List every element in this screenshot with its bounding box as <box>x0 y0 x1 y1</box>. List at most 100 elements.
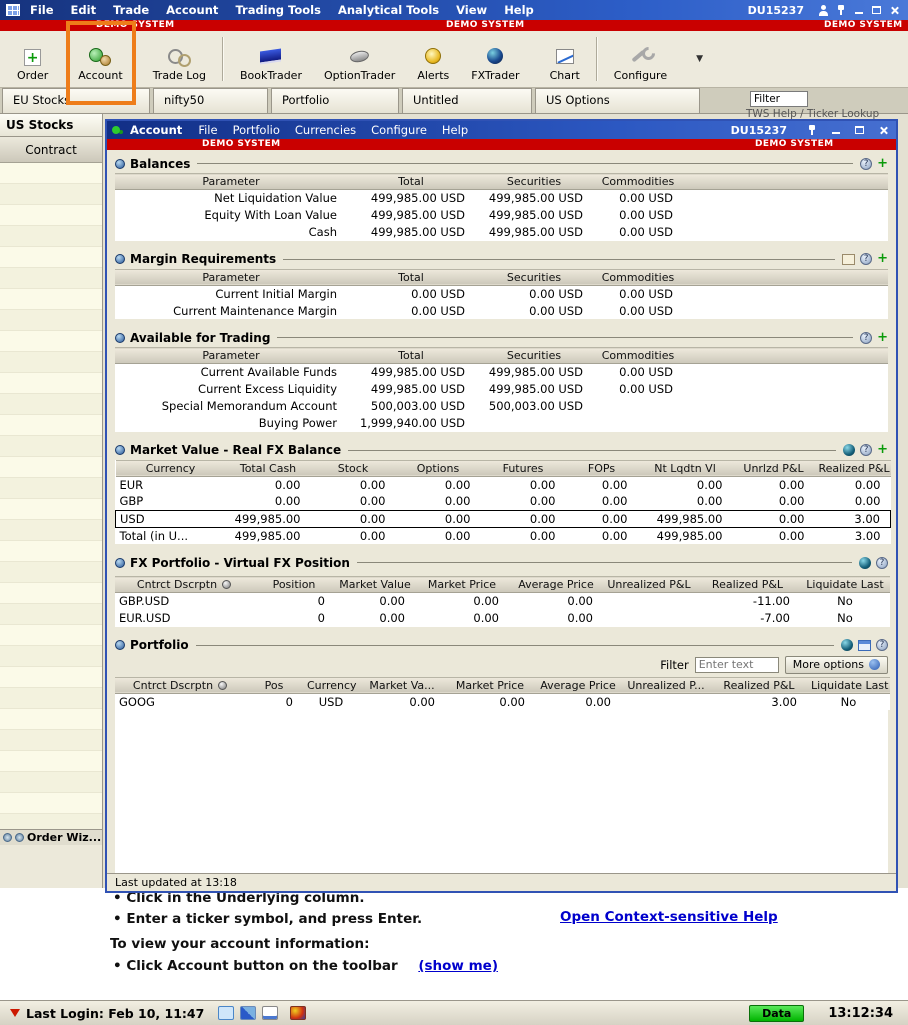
column-header[interactable]: Market Price <box>415 576 509 593</box>
close-icon[interactable] <box>887 3 902 17</box>
table-cell[interactable]: 500,003.00 USD <box>475 398 593 415</box>
add-icon[interactable] <box>877 444 888 456</box>
chart-button[interactable]: Chart <box>543 34 587 84</box>
add-icon[interactable] <box>877 158 888 170</box>
order-button[interactable]: Order <box>10 34 55 84</box>
expand-icon[interactable] <box>15 833 24 842</box>
tab-untitled[interactable]: Untitled <box>402 88 532 113</box>
table-cell[interactable]: 0.00 USD <box>593 302 683 319</box>
table-cell[interactable]: 0.00 <box>359 693 445 710</box>
menu-trading-tools[interactable]: Trading Tools <box>235 3 321 17</box>
column-header[interactable]: Commodities <box>593 173 683 190</box>
table-cell[interactable]: GBP <box>116 493 226 510</box>
aw-minimize-icon[interactable] <box>828 123 843 137</box>
table-cell[interactable]: 0.00 <box>335 593 415 610</box>
table-cell[interactable]: 499,985.00 USD <box>475 381 593 398</box>
table-cell[interactable]: EUR.USD <box>115 610 253 627</box>
aw-pin-icon[interactable] <box>804 123 819 137</box>
column-header[interactable]: Position <box>253 576 335 593</box>
table-cell[interactable]: 0.00 <box>535 693 621 710</box>
aw-menu-configure[interactable]: Configure <box>371 123 427 137</box>
column-header[interactable]: Market Va... <box>359 676 445 694</box>
help-icon[interactable] <box>860 253 873 265</box>
table-cell[interactable]: 499,985.00 USD <box>347 224 475 241</box>
table-cell[interactable]: 499,985.00 USD <box>475 224 593 241</box>
table-cell[interactable]: 0.00 <box>565 509 638 528</box>
table-cell[interactable]: 0.00 <box>815 493 891 510</box>
table-cell[interactable]: 0.00 <box>311 493 396 510</box>
toolbar-overflow-icon[interactable] <box>696 54 703 64</box>
table-cell[interactable]: 0.00 <box>395 509 481 528</box>
table-cell[interactable]: 0 <box>253 610 335 627</box>
column-header[interactable]: Nt Lqdtn Vl <box>637 459 733 477</box>
tab-us-options[interactable]: US Options <box>535 88 700 113</box>
column-header[interactable]: Total Cash <box>225 459 311 477</box>
fxtrader-button[interactable]: FXTrader <box>464 34 526 84</box>
column-header[interactable]: Pos <box>245 676 303 694</box>
table-cell[interactable]: 0.00 USD <box>347 302 475 319</box>
table-cell[interactable]: -11.00 <box>695 593 800 610</box>
table-cell[interactable]: 499,985.00 USD <box>347 364 475 381</box>
collapse-icon[interactable] <box>115 332 125 343</box>
optiontrader-button[interactable]: OptionTrader <box>317 34 402 84</box>
collapse-icon[interactable] <box>3 833 12 842</box>
table-cell[interactable]: 0.00 USD <box>475 302 593 319</box>
column-header[interactable]: Average Price <box>509 576 603 593</box>
globe-icon[interactable] <box>843 444 856 456</box>
column-header[interactable]: Total <box>347 173 475 190</box>
aw-menu-portfolio[interactable]: Portfolio <box>233 123 280 137</box>
aw-maximize-icon[interactable] <box>852 123 867 137</box>
table-row[interactable]: GBP 0.00 0.00 0.00 0.00 0.00 0.00 0.00 0.00 <box>116 493 891 510</box>
context-help-link[interactable]: Open Context-sensitive Help <box>560 909 778 925</box>
table-cell[interactable]: 0.00 <box>481 493 566 510</box>
table-cell[interactable]: -7.00 <box>695 610 800 627</box>
table-cell[interactable]: 499,985.00 <box>637 509 733 528</box>
help-icon[interactable] <box>860 444 873 456</box>
tws-doc-icon[interactable] <box>842 253 856 265</box>
tab-us-stocks-page[interactable]: US Stocks <box>0 114 102 137</box>
table-cell[interactable]: 499,985.00 <box>638 527 733 544</box>
table-cell[interactable]: 0.00 <box>226 476 311 493</box>
table-cell[interactable]: 0.00 <box>733 527 815 544</box>
table-cell[interactable]: 0.00 USD <box>593 285 683 302</box>
table-cell[interactable]: 0.00 USD <box>593 381 683 398</box>
table-cell[interactable]: 0.00 <box>415 610 509 627</box>
table-cell[interactable]: 0.00 <box>311 476 396 493</box>
contract-column-header[interactable]: Contract <box>0 137 102 163</box>
collapse-icon[interactable] <box>115 557 125 568</box>
table-cell[interactable]: 0.00 USD <box>475 285 593 302</box>
table-row[interactable]: Equity With Loan Value 499,985.00 USD 499,… <box>115 207 888 224</box>
collapse-icon[interactable] <box>115 640 125 650</box>
user-icon[interactable] <box>815 3 830 17</box>
column-header[interactable]: Cntrct Dscrptn <box>115 576 253 593</box>
column-header[interactable]: Realized P&L <box>814 459 891 477</box>
booktrader-button[interactable]: BookTrader <box>233 34 309 84</box>
table-cell[interactable]: Current Maintenance Margin <box>115 302 347 319</box>
table-cell[interactable]: 499,985.00 USD <box>347 381 475 398</box>
order-wizard-bar[interactable]: Order Wiz... <box>0 829 102 845</box>
column-header[interactable]: Unrealized P... <box>621 676 711 694</box>
column-header[interactable]: Average Price <box>535 676 621 694</box>
table-cell[interactable] <box>603 593 695 610</box>
table-row[interactable]: GOOG 0 USD 0.00 0.00 0.00 3.00 No <box>115 693 890 710</box>
table-cell[interactable]: Special Memorandum Account <box>115 398 347 415</box>
column-header[interactable]: Liquidate Last <box>800 576 890 593</box>
table-cell[interactable]: 0.00 <box>310 509 396 528</box>
table-row[interactable]: EUR.USD 0 0.00 0.00 0.00 -7.00 No <box>115 610 890 627</box>
table-cell[interactable]: Total (in U... <box>116 527 226 544</box>
help-icon[interactable] <box>876 639 888 651</box>
table-row[interactable]: Buying Power 1,999,940.00 USD <box>115 415 888 432</box>
table-cell[interactable]: 0.00 <box>445 693 535 710</box>
column-header[interactable]: FOPs <box>565 459 638 477</box>
table-cell[interactable]: 500,003.00 USD <box>347 398 475 415</box>
menu-analytical-tools[interactable]: Analytical Tools <box>338 3 439 17</box>
add-icon[interactable] <box>877 332 888 344</box>
table-cell[interactable]: 499,985.00 USD <box>475 364 593 381</box>
help-icon[interactable] <box>860 331 873 344</box>
collapse-icon[interactable] <box>115 445 125 455</box>
menu-trade[interactable]: Trade <box>113 3 149 17</box>
table-cell[interactable]: 0.00 <box>480 509 566 528</box>
data-status-badge[interactable]: Data <box>749 1004 805 1022</box>
tab-portfolio[interactable]: Portfolio <box>271 88 399 113</box>
statusbar-chart-icon[interactable] <box>262 1006 279 1020</box>
